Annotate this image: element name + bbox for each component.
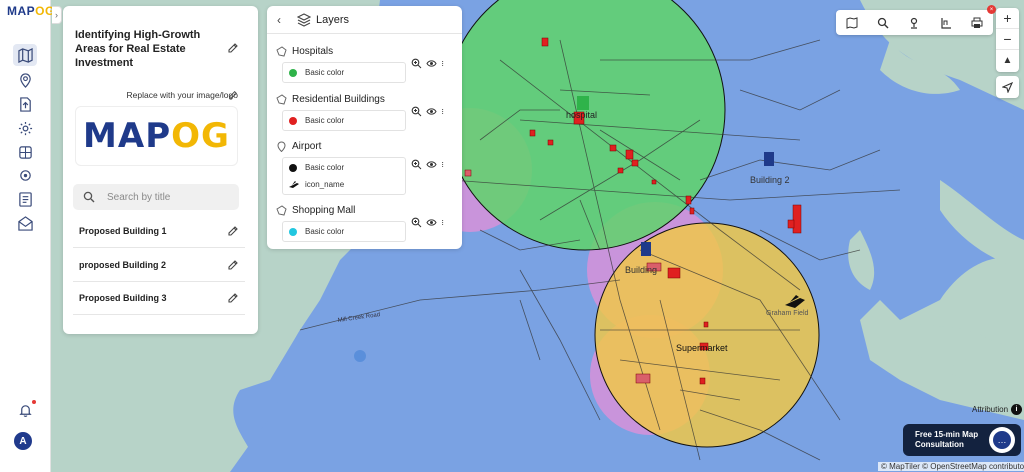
point-pin-icon [277,141,286,152]
avatar[interactable]: A [14,432,32,450]
more-options-icon[interactable] [441,106,447,117]
settings-icon[interactable] [13,117,37,139]
list-item[interactable]: Proposed Building 3 [73,282,245,315]
layer-title: Airport [292,141,322,152]
zoom-in-button[interactable]: + [996,8,1019,29]
navigation-arrow-icon [1002,81,1013,93]
search-box [73,184,239,210]
edit-item-icon[interactable] [227,259,239,271]
style-box[interactable]: Basic color [282,62,406,83]
basemap-icon[interactable] [846,16,858,29]
edit-item-icon[interactable] [227,225,239,237]
polygon-icon [276,94,287,105]
color-swatch [289,68,297,77]
airplane-icon [289,180,299,188]
project-panel: Identifying High-Growth Areas for Real E… [63,6,258,334]
style-box[interactable]: Basic color [282,110,406,131]
map-label-airport: Graham Field [766,310,809,317]
print-icon[interactable] [971,17,983,29]
layer-title: Shopping Mall [292,205,356,216]
layers-title: Layers [316,13,350,26]
layers-panel: ‹ Layers Hospitals Basic color Residenti… [267,6,462,249]
app-logo: MAPOG [7,4,55,18]
info-icon[interactable]: i [1011,404,1023,415]
left-rail: MAPOG A [0,0,54,472]
map-label-building2: Building 2 [750,175,790,185]
zoom-controls: + − ▲ [996,8,1019,72]
layer-title: Residential Buildings [292,94,385,105]
edit-item-icon[interactable] [227,292,239,304]
zoom-to-layer-icon[interactable] [411,217,422,228]
project-title: Identifying High-Growth Areas for Real E… [75,29,201,69]
chat-button[interactable]: … [989,427,1015,453]
polygon-icon [276,46,287,57]
more-options-icon[interactable] [441,58,447,69]
locate-me-button[interactable] [996,76,1019,98]
measure-icon[interactable] [940,17,952,29]
layers-stack-icon [297,12,311,27]
search-icon [83,191,95,203]
zoom-to-layer-icon[interactable] [411,159,422,170]
edit-title-icon[interactable] [227,42,239,54]
style-box[interactable]: Basic color icon_name [282,157,406,195]
style-box[interactable]: Basic color [282,221,406,242]
color-swatch [289,227,297,236]
map-toolbar [836,10,993,35]
search-input[interactable] [107,191,227,203]
zoom-to-layer-icon[interactable] [411,106,422,117]
attribution-toggle[interactable]: Attribution i [972,404,1023,415]
replace-logo-link[interactable]: Replace with your image/logo [126,90,238,100]
map-attribution-footer: © MapTiler © OpenStreetMap contributors [878,462,1024,471]
search-icon[interactable] [877,17,889,29]
more-options-icon[interactable] [441,217,447,228]
map-label-building: Building [625,265,657,275]
close-toolbar-icon[interactable]: × [987,5,996,14]
svg-text:hospital: hospital [566,110,597,120]
mail-icon[interactable] [13,212,37,234]
color-swatch [289,116,297,125]
color-swatch [289,163,297,172]
map-icon[interactable] [13,44,37,66]
gear-icon[interactable] [13,164,37,186]
back-arrow-icon[interactable]: ‹ [277,13,289,27]
layer-title: Hospitals [292,46,334,57]
map-label-supermarket: Supermarket [676,343,728,353]
form-icon[interactable] [13,188,37,210]
location-pin-icon[interactable] [908,17,920,29]
mall-buffer [594,222,820,448]
layers-tool-icon[interactable] [13,141,37,163]
list-item[interactable]: proposed Building 2 [73,249,245,282]
project-logo: MAP OG [75,106,238,166]
visibility-eye-icon[interactable] [426,106,437,117]
zoom-to-layer-icon[interactable] [411,58,422,69]
visibility-eye-icon[interactable] [426,217,437,228]
more-options-icon[interactable] [441,159,447,170]
visibility-eye-icon[interactable] [426,58,437,69]
list-item[interactable]: Proposed Building 1 [73,215,245,248]
polygon-icon [276,205,287,216]
compass-north-icon[interactable]: ▲ [996,50,1019,71]
edit-logo-icon[interactable] [228,90,238,100]
upload-icon[interactable] [13,93,37,115]
layers-header: ‹ Layers [267,6,462,34]
visibility-eye-icon[interactable] [426,159,437,170]
collapse-panel-button[interactable]: › [52,6,62,24]
bell-icon[interactable] [13,399,37,421]
zoom-out-button[interactable]: − [996,29,1019,50]
location-pin-icon[interactable] [13,69,37,91]
chat-icon: … [993,431,1011,449]
